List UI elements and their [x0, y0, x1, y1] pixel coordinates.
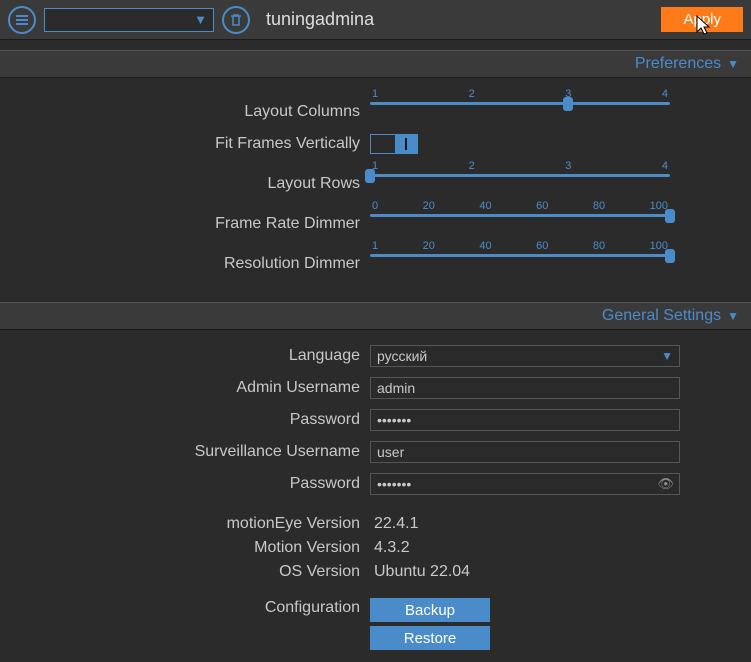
surveillance-username-label: Surveillance Username: [0, 442, 370, 462]
fit-frames-toggle[interactable]: [370, 134, 418, 154]
slider-thumb[interactable]: [365, 169, 375, 183]
resolution-dimmer-label: Resolution Dimmer: [0, 240, 370, 274]
slider-thumb[interactable]: [665, 249, 675, 263]
frame-rate-dimmer-slider[interactable]: 020406080100: [370, 200, 670, 217]
layout-rows-label: Layout Rows: [0, 160, 370, 194]
top-bar: ▼ tuningadmina Apply: [0, 0, 751, 40]
section-label: General Settings: [602, 307, 721, 325]
admin-password-input[interactable]: [370, 409, 680, 431]
language-value: русский: [377, 348, 427, 364]
slider-ticks: 120406080100: [370, 240, 670, 254]
resolution-dimmer-slider[interactable]: 120406080100: [370, 240, 670, 257]
slider-ticks: 020406080100: [370, 200, 670, 214]
restore-button[interactable]: Restore: [370, 626, 490, 650]
chevron-down-icon: ▼: [727, 309, 739, 323]
preferences-body: Layout Columns 1234 Fit Frames Verticall…: [0, 78, 751, 292]
general-body: Language русский ▼ Admin Username Passwo…: [0, 330, 751, 662]
chevron-down-icon: ▼: [727, 57, 739, 71]
slider-ticks: 1234: [370, 88, 670, 102]
fit-frames-label: Fit Frames Vertically: [0, 134, 370, 154]
apply-button[interactable]: Apply: [661, 7, 743, 32]
layout-columns-slider[interactable]: 1234: [370, 88, 670, 105]
chevron-down-icon: ▼: [194, 12, 207, 27]
configuration-label: Configuration: [0, 598, 370, 618]
page-title: tuningadmina: [266, 9, 653, 30]
admin-username-input[interactable]: [370, 377, 680, 399]
eye-icon[interactable]: 👁: [657, 476, 674, 492]
layout-columns-label: Layout Columns: [0, 88, 370, 122]
section-label: Preferences: [635, 55, 721, 73]
chevron-down-icon: ▼: [661, 349, 673, 363]
motioneye-version-label: motionEye Version: [0, 514, 370, 534]
language-label: Language: [0, 346, 370, 366]
camera-select[interactable]: ▼: [44, 8, 214, 32]
os-version-value: Ubuntu 22.04: [370, 563, 711, 581]
slider-thumb[interactable]: [665, 209, 675, 223]
section-general-settings[interactable]: General Settings ▼: [0, 302, 751, 330]
backup-button[interactable]: Backup: [370, 598, 490, 622]
admin-username-label: Admin Username: [0, 378, 370, 398]
menu-icon[interactable]: [8, 6, 36, 34]
trash-icon[interactable]: [222, 6, 250, 34]
layout-rows-slider[interactable]: 1234: [370, 160, 670, 177]
admin-password-label: Password: [0, 410, 370, 430]
os-version-label: OS Version: [0, 562, 370, 582]
language-select[interactable]: русский ▼: [370, 345, 680, 367]
slider-thumb[interactable]: [563, 97, 573, 111]
section-preferences[interactable]: Preferences ▼: [0, 50, 751, 78]
motioneye-version-value: 22.4.1: [370, 515, 711, 533]
motion-version-value: 4.3.2: [370, 539, 711, 557]
frame-rate-dimmer-label: Frame Rate Dimmer: [0, 200, 370, 234]
surveillance-password-input[interactable]: [370, 473, 680, 495]
motion-version-label: Motion Version: [0, 538, 370, 558]
slider-ticks: 1234: [370, 160, 670, 174]
surveillance-password-label: Password: [0, 474, 370, 494]
surveillance-username-input[interactable]: [370, 441, 680, 463]
